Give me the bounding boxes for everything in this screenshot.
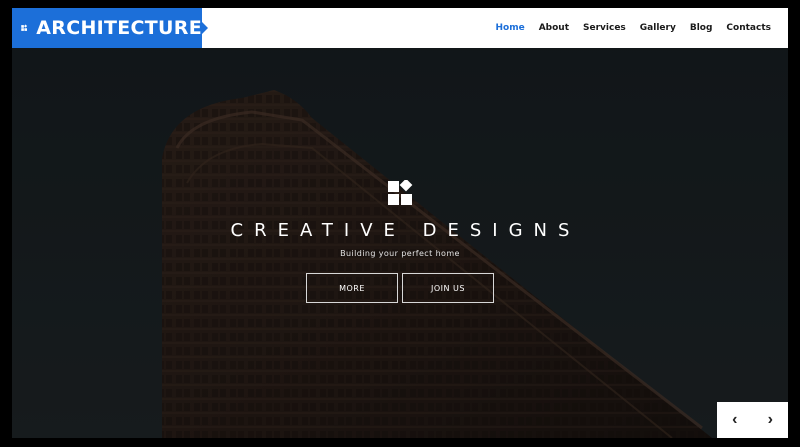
- hero-buttons: MORE JOIN US: [306, 273, 494, 303]
- hero-title: CREATIVE DESIGNS: [230, 220, 581, 241]
- hero-subtitle: Building your perfect home: [340, 249, 460, 258]
- page-frame: ARCHITECTURE Home About Services Gallery…: [12, 8, 788, 438]
- chevron-left-icon[interactable]: ‹: [717, 402, 753, 438]
- chevron-right-icon[interactable]: ›: [753, 402, 789, 438]
- slider-controls: ‹ ›: [717, 402, 788, 438]
- join-us-button[interactable]: JOIN US: [402, 273, 494, 303]
- more-button[interactable]: MORE: [306, 273, 398, 303]
- hero-section: CREATIVE DESIGNS Building your perfect h…: [12, 8, 788, 438]
- logo-blocks-icon: [388, 180, 413, 205]
